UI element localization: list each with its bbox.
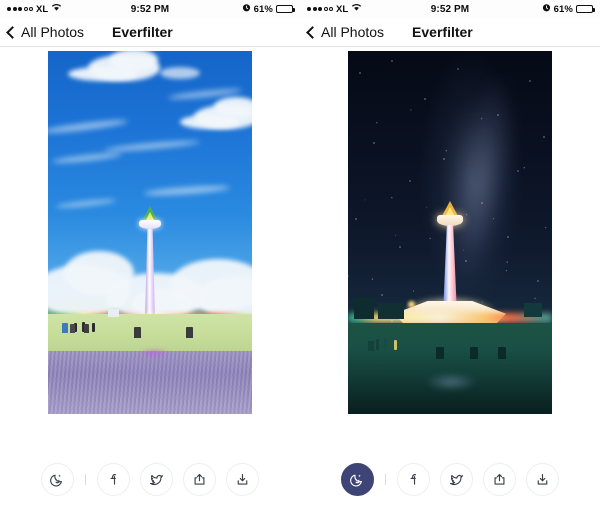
- alarm-clock-icon: [242, 3, 251, 15]
- foreground-plaza-layer: [48, 351, 252, 414]
- battery-percent-label: 61%: [253, 3, 273, 15]
- navigation-bar: All Photos Everfilter: [300, 18, 600, 47]
- photo-container-right: [300, 47, 600, 414]
- status-bar: XL 9:52 PM 61%: [0, 0, 300, 18]
- carrier-label: XL: [336, 3, 349, 15]
- status-bar-right: 61%: [499, 3, 595, 15]
- action-toolbar: [0, 463, 300, 496]
- share-button[interactable]: [183, 463, 216, 496]
- phone-screen-right: XL 9:52 PM 61% All Photos Everfilter: [300, 0, 600, 522]
- status-bar-right: 61%: [199, 3, 295, 15]
- dual-screenshot-comparison: XL 9:52 PM 61% All Photos Everfilter XL …: [0, 0, 600, 522]
- toolbar-divider: [385, 474, 386, 485]
- back-button-label: All Photos: [21, 24, 85, 40]
- alarm-clock-icon: [542, 3, 551, 15]
- original-photo-preview[interactable]: [348, 51, 552, 414]
- phone-screen-left: XL 9:52 PM 61% All Photos Everfilter: [0, 0, 300, 522]
- twitter-share-button[interactable]: [140, 463, 173, 496]
- filtered-photo-preview[interactable]: [48, 51, 252, 414]
- signal-strength-dots: [7, 7, 33, 11]
- filter-moon-button[interactable]: [41, 463, 74, 496]
- twitter-share-button[interactable]: [440, 463, 473, 496]
- page-title: Everfilter: [112, 24, 173, 40]
- signal-strength-dots: [307, 7, 333, 11]
- save-button[interactable]: [526, 463, 559, 496]
- toolbar-divider: [85, 474, 86, 485]
- chevron-left-icon: [6, 25, 19, 39]
- wifi-icon: [51, 3, 62, 15]
- back-button[interactable]: All Photos: [306, 24, 385, 40]
- foreground-reflection: [414, 369, 488, 395]
- status-bar-left: XL: [7, 3, 101, 15]
- facebook-share-button[interactable]: [397, 463, 430, 496]
- chevron-left-icon: [306, 25, 319, 39]
- share-button[interactable]: [483, 463, 516, 496]
- status-bar-left: XL: [307, 3, 401, 15]
- action-toolbar: [300, 463, 600, 496]
- clock-label: 9:52 PM: [130, 3, 170, 15]
- filter-moon-button[interactable]: [341, 463, 374, 496]
- back-button[interactable]: All Photos: [6, 24, 85, 40]
- battery-percent-label: 61%: [553, 3, 573, 15]
- battery-icon: [275, 5, 295, 13]
- page-title: Everfilter: [412, 24, 473, 40]
- save-button[interactable]: [226, 463, 259, 496]
- back-button-label: All Photos: [321, 24, 385, 40]
- navigation-bar: All Photos Everfilter: [0, 18, 300, 47]
- photo-container-left: [0, 47, 300, 414]
- status-bar: XL 9:52 PM 61%: [300, 0, 600, 18]
- wifi-icon: [351, 3, 362, 15]
- carrier-label: XL: [36, 3, 49, 15]
- clock-label: 9:52 PM: [430, 3, 470, 15]
- facebook-share-button[interactable]: [97, 463, 130, 496]
- battery-icon: [575, 5, 595, 13]
